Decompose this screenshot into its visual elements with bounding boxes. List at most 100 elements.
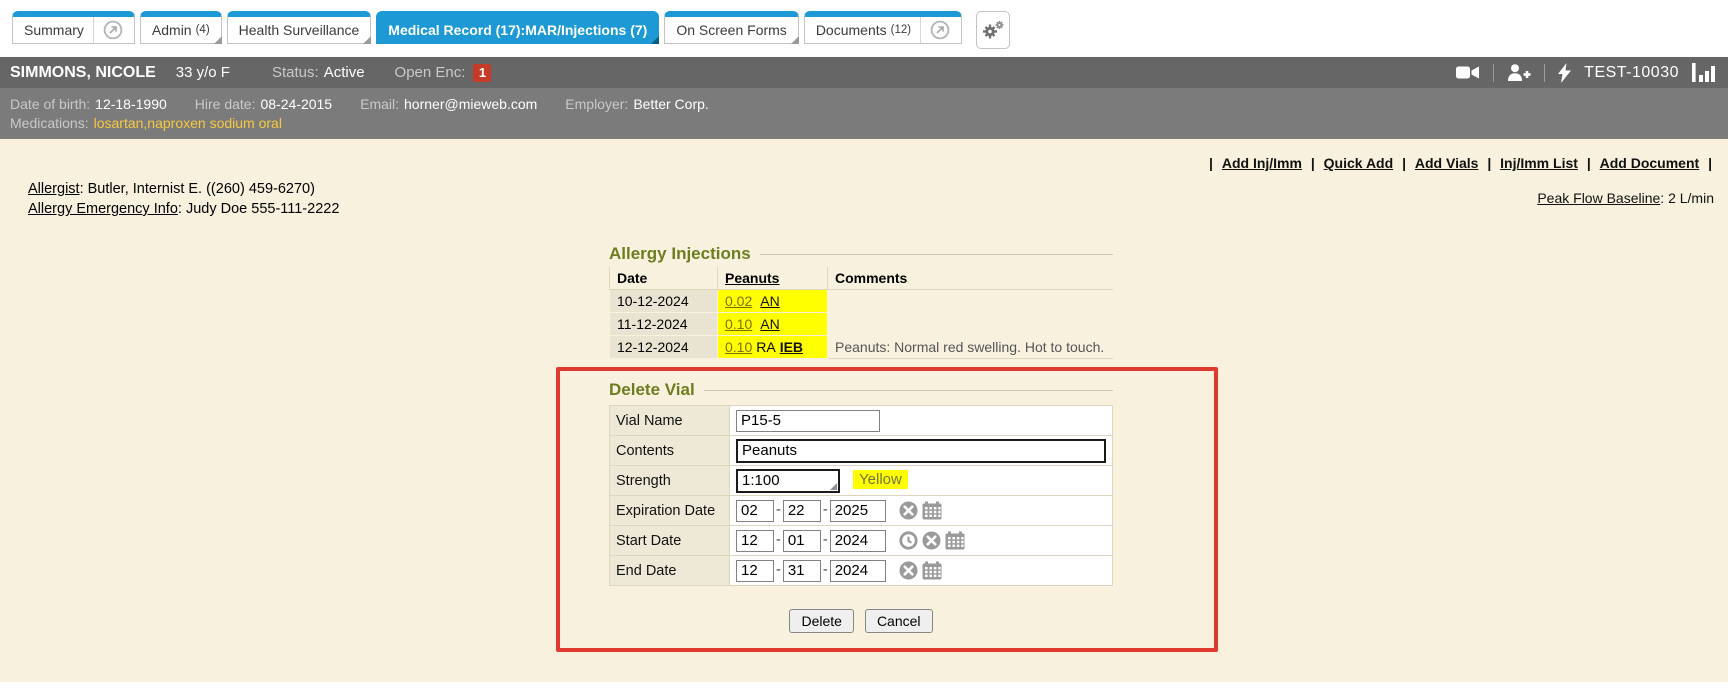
tab-divider bbox=[920, 17, 921, 43]
patient-age-sex: 33 y/o F bbox=[176, 64, 230, 81]
injection-comment bbox=[828, 313, 1114, 336]
date-separator: - bbox=[823, 562, 828, 578]
demographics-bar: Date of birth: 12-18-1990 Hire date:08-24… bbox=[0, 88, 1728, 139]
reaction-code-link[interactable]: AN bbox=[760, 316, 779, 332]
calendar-icon[interactable] bbox=[922, 501, 942, 520]
dob-label: Date of birth: bbox=[10, 96, 90, 112]
tab-documents[interactable]: Documents (12) bbox=[804, 11, 962, 44]
open-enc-badge[interactable]: 1 bbox=[473, 64, 491, 82]
peak-flow-link[interactable]: Peak Flow Baseline bbox=[1537, 190, 1660, 206]
medication-link-losartan[interactable]: losartan bbox=[94, 114, 144, 133]
expiration-day-input[interactable] bbox=[783, 500, 821, 522]
contents-input[interactable] bbox=[736, 439, 1106, 463]
link-separator: | bbox=[1708, 155, 1712, 171]
clear-date-icon[interactable] bbox=[899, 501, 918, 520]
video-call-icon[interactable] bbox=[1456, 65, 1480, 80]
end-date-label: End Date bbox=[610, 556, 730, 586]
injection-dose-cell: 0.02 AN bbox=[718, 290, 828, 313]
start-day-input[interactable] bbox=[783, 530, 821, 552]
calendar-icon[interactable] bbox=[922, 561, 942, 580]
injection-row: 12-12-2024 0.10RAIEB Peanuts: Normal red… bbox=[610, 336, 1114, 359]
dropdown-fold-icon bbox=[363, 36, 371, 44]
allergy-injections-header: Allergy Injections bbox=[609, 243, 1113, 265]
email-field: Email:horner@mieweb.com bbox=[360, 95, 537, 114]
dose-link[interactable]: 0.10 bbox=[725, 316, 752, 332]
tab-health-surveillance[interactable]: Health Surveillance bbox=[227, 11, 372, 44]
flowsheet-chart-icon[interactable] bbox=[1692, 63, 1718, 82]
link-separator: | bbox=[1487, 155, 1491, 171]
end-year-input[interactable] bbox=[830, 560, 886, 582]
strength-input[interactable] bbox=[736, 469, 840, 493]
tab-documents-label: Documents bbox=[816, 22, 887, 38]
employer-value: Better Corp. bbox=[633, 96, 708, 112]
quick-add-link[interactable]: Quick Add bbox=[1324, 155, 1394, 171]
date-separator: - bbox=[776, 532, 781, 548]
cancel-button[interactable]: Cancel bbox=[865, 609, 933, 633]
chart-id: TEST-10030 bbox=[1584, 64, 1679, 82]
date-separator: - bbox=[776, 562, 781, 578]
allergy-injections-panel: Allergy Injections Date Peanuts Comments… bbox=[609, 243, 1113, 359]
link-separator: | bbox=[1311, 155, 1315, 171]
date-separator: - bbox=[823, 532, 828, 548]
tab-summary[interactable]: Summary bbox=[12, 11, 135, 44]
calendar-icon[interactable] bbox=[945, 531, 965, 550]
tab-admin[interactable]: Admin (4) bbox=[140, 11, 222, 44]
reaction-code-link[interactable]: IEB bbox=[780, 339, 803, 355]
dob-field: Date of birth: 12-18-1990 bbox=[10, 95, 167, 114]
add-person-icon[interactable] bbox=[1507, 64, 1531, 81]
tab-medical-record[interactable]: Medical Record (17):MAR/Injections (7) bbox=[376, 11, 659, 44]
dose-link[interactable]: 0.10 bbox=[725, 339, 752, 355]
medications-label: Medications: bbox=[10, 114, 89, 133]
popout-icon[interactable] bbox=[930, 20, 950, 40]
reaction-code-link[interactable]: AN bbox=[760, 293, 779, 309]
hire-date-value: 08-24-2015 bbox=[260, 96, 332, 112]
patient-header: SIMMONS, NICOLE 33 y/o F Status: Active … bbox=[0, 57, 1728, 88]
start-month-input[interactable] bbox=[736, 530, 774, 552]
allergist-link[interactable]: Allergist bbox=[28, 181, 80, 197]
tab-strip: Summary Admin (4) Health Surveillance Me… bbox=[12, 11, 1010, 49]
delete-vial-title: Delete Vial bbox=[609, 380, 695, 400]
tab-divider bbox=[93, 17, 94, 43]
col-comments: Comments bbox=[828, 267, 1114, 290]
clear-date-icon[interactable] bbox=[922, 531, 941, 550]
legend-rule bbox=[760, 254, 1113, 255]
vial-name-input[interactable] bbox=[736, 410, 880, 432]
allergy-emergency-link[interactable]: Allergy Emergency Info bbox=[28, 201, 178, 217]
start-date-label: Start Date bbox=[610, 526, 730, 556]
delete-button[interactable]: Delete bbox=[789, 609, 853, 633]
link-separator: | bbox=[1587, 155, 1591, 171]
start-year-input[interactable] bbox=[830, 530, 886, 552]
dropdown-fold-icon bbox=[651, 36, 659, 44]
settings-button[interactable] bbox=[976, 11, 1010, 49]
delete-vial-header: Delete Vial bbox=[609, 379, 1113, 401]
tab-documents-count: (12) bbox=[891, 24, 911, 36]
add-vials-link[interactable]: Add Vials bbox=[1415, 155, 1479, 171]
col-peanuts-link[interactable]: Peanuts bbox=[725, 270, 779, 286]
hire-date-label: Hire date: bbox=[195, 96, 256, 112]
injection-date: 10-12-2024 bbox=[610, 290, 718, 313]
medication-link-naproxen[interactable]: naproxen sodium oral bbox=[147, 114, 282, 133]
add-document-link[interactable]: Add Document bbox=[1600, 155, 1700, 171]
dose-link[interactable]: 0.02 bbox=[725, 293, 752, 309]
form-row: Expiration Date -- bbox=[610, 496, 1113, 526]
dob-value: 12-18-1990 bbox=[95, 96, 167, 112]
popout-icon[interactable] bbox=[103, 20, 123, 40]
tab-on-screen-forms[interactable]: On Screen Forms bbox=[664, 11, 798, 44]
form-row: Strength Yellow bbox=[610, 466, 1113, 496]
employer-label: Employer: bbox=[565, 96, 628, 112]
quick-actions-icon[interactable] bbox=[1558, 63, 1571, 83]
end-month-input[interactable] bbox=[736, 560, 774, 582]
clock-icon[interactable] bbox=[899, 531, 918, 550]
inj-imm-list-link[interactable]: Inj/Imm List bbox=[1500, 155, 1578, 171]
dropdown-fold-icon bbox=[791, 36, 799, 44]
end-day-input[interactable] bbox=[783, 560, 821, 582]
injections-header-row: Date Peanuts Comments bbox=[610, 267, 1114, 290]
add-inj-imm-link[interactable]: Add Inj/Imm bbox=[1222, 155, 1302, 171]
expiration-month-input[interactable] bbox=[736, 500, 774, 522]
legend-rule bbox=[704, 390, 1113, 391]
vial-name-label: Vial Name bbox=[610, 406, 730, 436]
strength-color-tag: Yellow bbox=[853, 470, 908, 489]
patient-header-tools: TEST-10030 bbox=[1456, 63, 1718, 83]
expiration-year-input[interactable] bbox=[830, 500, 886, 522]
clear-date-icon[interactable] bbox=[899, 561, 918, 580]
